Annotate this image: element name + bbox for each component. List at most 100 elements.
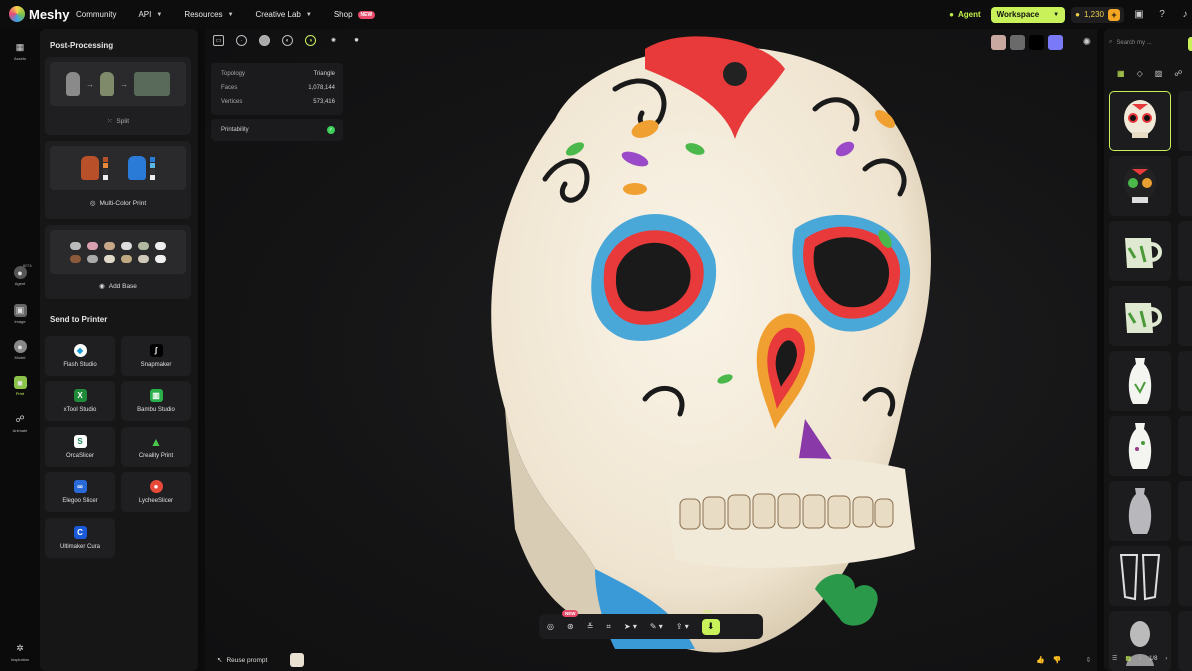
texture-icon[interactable]: ▨	[1155, 69, 1163, 78]
thumbs-up-icon[interactable]: 👍	[1036, 656, 1045, 664]
printer-elegoo-slicer[interactable]: ∞ Elegoo Slicer	[45, 472, 115, 512]
printer-ultimaker-cura[interactable]: C Ultimaker Cura	[45, 518, 115, 558]
multicolor-card[interactable]: ◎ Multi-Color Print	[45, 141, 191, 219]
rail-agent[interactable]: ● Agent BETA	[0, 264, 40, 286]
split-card[interactable]: → → ⁙ Split	[45, 57, 191, 135]
swatch-purple[interactable]	[1048, 35, 1063, 50]
filter-button[interactable]	[1188, 37, 1192, 51]
reuse-prompt-button[interactable]: ↖ Reuse prompt	[217, 656, 267, 665]
library-tabs: ▦ ◇ ▨ ☍	[1117, 69, 1182, 78]
multi-color-tool-icon[interactable]: ⊛ NEW	[561, 610, 579, 631]
expand-icon[interactable]: ⇕	[1085, 656, 1091, 664]
printability-row[interactable]: Printability ✓	[211, 119, 343, 141]
image-icon: ▣	[13, 304, 27, 317]
printer-lycheeslicer[interactable]: ● LycheeSlicer	[121, 472, 191, 512]
send-icon[interactable]: ➤ ▾	[624, 622, 637, 631]
library-item[interactable]	[1178, 221, 1192, 281]
nav-shop[interactable]: Shop NEW	[334, 10, 376, 19]
printer-orcaslicer[interactable]: S OrcaSlicer	[45, 427, 115, 467]
monitor-icon[interactable]: ▭	[213, 35, 224, 46]
background-swatches	[991, 35, 1063, 50]
source-image-thumbnail[interactable]	[290, 653, 304, 667]
swatch-pattern[interactable]	[991, 35, 1006, 50]
adjust-icon[interactable]: ≚	[587, 622, 594, 631]
add-credits-button[interactable]: +	[1108, 8, 1120, 21]
library-item[interactable]	[1109, 221, 1171, 281]
library-item[interactable]	[1109, 286, 1171, 346]
logo[interactable]: Meshy	[9, 6, 69, 22]
lighting-icon[interactable]: ✺	[1083, 37, 1091, 48]
swatch-gray[interactable]	[1010, 35, 1025, 50]
wireframe-shading-icon[interactable]: ◐	[282, 35, 293, 46]
running-figure-icon[interactable]: ☍	[1174, 69, 1182, 78]
library-item[interactable]	[1178, 156, 1192, 216]
texture-shading-icon[interactable]: ◑	[305, 35, 316, 46]
agent-button[interactable]: ● Agent	[949, 10, 981, 19]
asset-library-panel: ⌕ Search my ... ▦ ◇ ▨ ☍ ☰ ▦ ‹ 1/8 ›	[1104, 29, 1192, 671]
chevron-left-icon[interactable]: ‹	[1139, 656, 1141, 662]
rail-animate[interactable]: ☍ Animate	[0, 413, 40, 433]
palette-icon[interactable]: ◎	[547, 622, 554, 631]
library-item[interactable]	[1178, 481, 1192, 541]
nav-resources[interactable]: Resources ▼	[184, 10, 233, 19]
library-item[interactable]	[1109, 611, 1171, 671]
library-item[interactable]	[1109, 546, 1171, 606]
workspace-button[interactable]: Workspace ▼	[990, 6, 1066, 23]
split-icon: ⁙	[106, 118, 113, 125]
credits-display[interactable]: ● 1,230 +	[1071, 6, 1124, 23]
list-view-icon[interactable]: ☰	[1112, 655, 1117, 662]
frame-icon[interactable]: ⌗	[606, 622, 611, 632]
search-bar[interactable]: ⌕ Search my ...	[1109, 39, 1152, 46]
rail-print[interactable]: ■ Print	[0, 376, 40, 396]
grid-view-icon[interactable]: ▦	[1125, 655, 1131, 662]
rail-image[interactable]: ▣ Image	[0, 304, 40, 324]
library-item[interactable]	[1178, 286, 1192, 346]
download-button[interactable]: ⬇ +$20	[701, 609, 720, 635]
settings-icon[interactable]: ✹	[351, 35, 362, 46]
printer-bambu-studio[interactable]: ▥ Bambu Studio	[121, 381, 191, 421]
library-item[interactable]	[1109, 351, 1171, 411]
orcaslicer-icon: S	[73, 435, 87, 448]
library-item[interactable]	[1109, 91, 1171, 151]
brush-icon[interactable]: ✎ ▾	[650, 622, 663, 631]
swatch-black[interactable]	[1029, 35, 1044, 50]
nav-api[interactable]: API ▼	[138, 10, 162, 19]
main-nav: Community API ▼ Resources ▼ Creative Lab ▼ …	[76, 0, 397, 29]
notification-bell-icon[interactable]: ♪	[1178, 8, 1192, 22]
cube-icon[interactable]: ◇	[1137, 69, 1143, 78]
library-item[interactable]	[1109, 156, 1171, 216]
nav-creative-lab[interactable]: Creative Lab ▼	[256, 10, 312, 19]
library-item[interactable]	[1109, 416, 1171, 476]
chevron-right-icon[interactable]: ›	[1165, 656, 1167, 662]
gift-icon[interactable]: ▣	[1132, 8, 1146, 22]
chevron-down-icon: ▼	[156, 11, 163, 18]
skull-model[interactable]	[445, 29, 945, 671]
send-to-printer-title: Send to Printer	[50, 315, 108, 324]
printer-snapmaker[interactable]: ʃ Snapmaker	[121, 336, 191, 376]
printer-flash-studio[interactable]: ◆ Flash Studio	[45, 336, 115, 376]
library-item[interactable]	[1109, 481, 1171, 541]
library-item[interactable]	[1178, 351, 1192, 411]
rail-assets[interactable]: ▦ Assets	[0, 41, 40, 61]
printer-creality-print[interactable]: ▲ Creality Print	[121, 427, 191, 467]
light-icon[interactable]: ✺	[328, 35, 339, 46]
add-base-card[interactable]: ◉ Add Base	[45, 225, 191, 299]
printer-xtool-studio[interactable]: X xTool Studio	[45, 381, 115, 421]
thumbs-down-icon[interactable]: 👎	[1053, 656, 1062, 664]
face-icon[interactable]: ·	[236, 35, 247, 46]
grid-view-icon[interactable]: ▦	[1117, 69, 1125, 78]
share-icon[interactable]: ⇪ ▾	[676, 622, 689, 631]
model-icon: ●	[13, 340, 27, 353]
library-item[interactable]	[1178, 416, 1192, 476]
search-input[interactable]: Search my ...	[1116, 40, 1151, 46]
library-item[interactable]	[1178, 611, 1192, 671]
help-icon[interactable]: ?	[1155, 8, 1169, 22]
3d-viewport[interactable]: ▭ · ◐ ◑ ✺ ✹ Topology Triangle Faces 1,07…	[205, 29, 1097, 671]
solid-shading-icon[interactable]	[259, 35, 270, 46]
bottom-toolbar: ◎ ⊛ NEW ≚ ⌗ ➤ ▾ ✎ ▾ ⇪ ▾ ⬇ +$20	[539, 609, 763, 639]
nav-community[interactable]: Community	[76, 10, 116, 19]
rail-model[interactable]: ● Model	[0, 340, 40, 360]
library-item[interactable]	[1178, 91, 1192, 151]
rail-inspiration[interactable]: ✲ Inspiration	[0, 642, 40, 662]
library-item[interactable]	[1178, 546, 1192, 606]
